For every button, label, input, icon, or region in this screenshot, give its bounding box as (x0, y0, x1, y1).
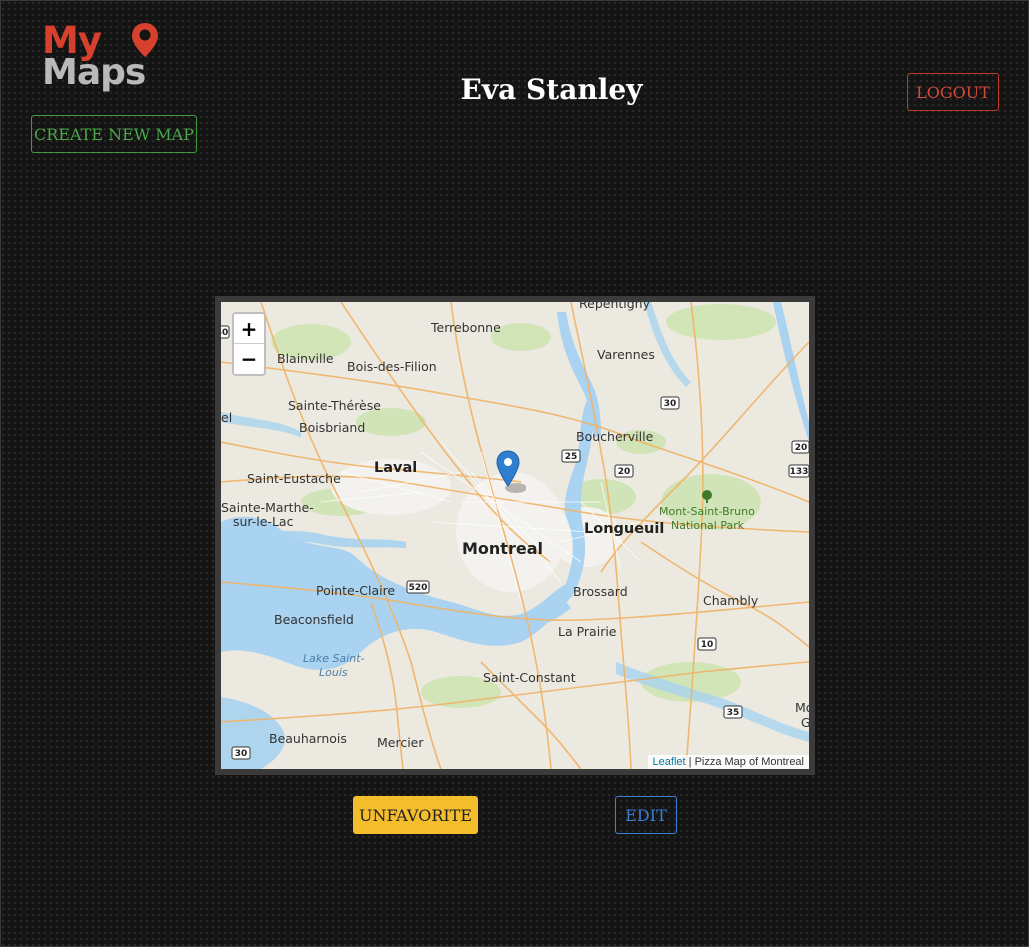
map-label-lake-2: Louis (319, 666, 348, 679)
map-label-la-prairie: La Prairie (558, 624, 617, 639)
user-name-heading: Eva Stanley (460, 73, 643, 106)
map-label-saint-constant: Saint-Constant (483, 670, 576, 685)
map-label-saint-eustache: Saint-Eustache (247, 471, 341, 486)
map-label-montreal: Montreal (462, 539, 543, 558)
create-new-map-button[interactable]: CREATE NEW MAP (31, 115, 197, 153)
shield-520: 520 (409, 583, 428, 593)
map-label-edge-mo: Mo (795, 700, 809, 715)
map-label-laval: Laval (374, 460, 417, 476)
zoom-control: + − (232, 312, 266, 376)
shield-30-north: 30 (664, 399, 677, 409)
map-label-repentigny: Repentigny (579, 302, 651, 311)
leaflet-link[interactable]: Leaflet (653, 756, 686, 768)
map-label-terrebonne: Terrebonne (430, 320, 501, 335)
map-label-chambly: Chambly (703, 593, 759, 608)
map-label-varennes: Varennes (597, 347, 655, 362)
shield-35: 35 (727, 708, 740, 718)
map-label-sainte-marthe-1: Sainte-Marthe- (221, 500, 314, 515)
map-label-mont-saint-bruno-2: National Park (671, 519, 745, 532)
map-view[interactable]: Repentigny Terrebonne Blainville Bois-de… (221, 302, 809, 769)
map-label-brossard: Brossard (573, 584, 628, 599)
map-label-beauharnois: Beauharnois (269, 731, 347, 746)
edit-button[interactable]: EDIT (615, 796, 677, 834)
map-label-lake-1: Lake Saint- (303, 652, 365, 665)
logo-maps-text: Maps (42, 52, 146, 93)
map-label-boucherville: Boucherville (576, 429, 654, 444)
shield-10: 10 (701, 640, 714, 650)
shield-30-south: 30 (235, 749, 248, 759)
map-label-mercier: Mercier (377, 735, 424, 750)
zoom-out-button[interactable]: − (234, 344, 264, 374)
shield-40: 40 (221, 328, 228, 338)
map-label-edge-el: el (221, 410, 232, 425)
map-label-beaconsfield: Beaconsfield (274, 612, 354, 627)
map-label-sainte-marthe-2: sur-le-Lac (233, 514, 294, 529)
map-label-pointe-claire: Pointe-Claire (316, 583, 395, 598)
map-marker-icon[interactable] (496, 450, 526, 494)
map-tiles[interactable]: Repentigny Terrebonne Blainville Bois-de… (221, 302, 809, 769)
attribution-separator: | (685, 756, 695, 768)
zoom-in-button[interactable]: + (234, 314, 264, 344)
shield-25: 25 (565, 452, 578, 462)
map-label-edge-g: G (801, 715, 809, 730)
map-label-mont-saint-bruno-1: Mont-Saint-Bruno (659, 505, 755, 518)
map-label-sainte-therese: Sainte-Thérèse (288, 398, 381, 413)
shield-20: 20 (618, 467, 631, 477)
attribution-text: Pizza Map of Montreal (694, 756, 804, 768)
unfavorite-button[interactable]: UNFAVORITE (353, 796, 478, 834)
logout-button[interactable]: LOGOUT (907, 73, 999, 111)
map-label-boisbriand: Boisbriand (299, 420, 365, 435)
map-label-blainville: Blainville (277, 351, 334, 366)
app-logo[interactable]: My Maps (42, 22, 192, 94)
shield-133: 133 (790, 467, 809, 477)
map-frame: Repentigny Terrebonne Blainville Bois-de… (215, 296, 815, 775)
map-attribution: Leaflet | Pizza Map of Montreal (647, 755, 809, 769)
map-label-bois-des-filion: Bois-des-Filion (347, 359, 437, 374)
map-label-longueuil: Longueuil (584, 521, 664, 537)
shield-20-east: 20 (795, 443, 808, 453)
